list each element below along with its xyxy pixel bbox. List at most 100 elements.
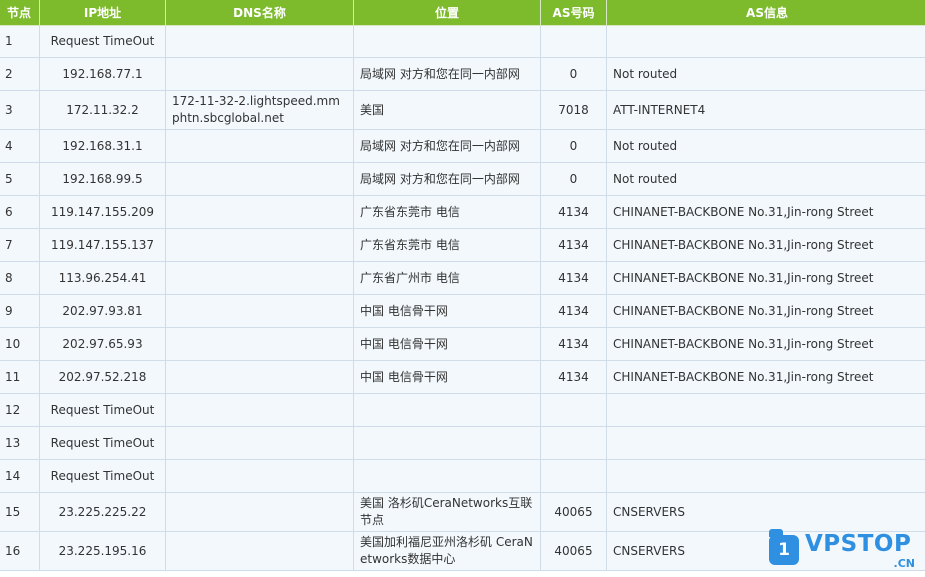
table-row: 12 Request TimeOut — [0, 393, 925, 427]
cell-ip: 192.168.77.1 — [39, 57, 166, 91]
table-row: 5 192.168.99.5 局域网 对方和您在同一内部网 0 Not rout… — [0, 162, 925, 196]
cell-ip: 119.147.155.209 — [39, 195, 166, 229]
cell-dns — [165, 261, 354, 295]
table-row: 9 202.97.93.81 中国 电信骨干网 4134 CHINANET-BA… — [0, 294, 925, 328]
cell-ip: 202.97.65.93 — [39, 327, 166, 361]
cell-location: 中国 电信骨干网 — [353, 360, 541, 394]
cell-dns — [165, 129, 354, 163]
cell-location: 广东省东莞市 电信 — [353, 195, 541, 229]
cell-asn: 4134 — [540, 261, 607, 295]
cell-asn: 0 — [540, 129, 607, 163]
cell-asn — [540, 426, 607, 460]
cell-location — [353, 25, 541, 58]
cell-dns — [165, 294, 354, 328]
cell-dns: 172-11-32-2.lightspeed.mmphtn.sbcglobal.… — [165, 90, 354, 130]
cell-ip: Request TimeOut — [39, 393, 166, 427]
cell-ip: 172.11.32.2 — [39, 90, 166, 130]
cell-ip: 23.225.225.22 — [39, 492, 166, 532]
cell-asn — [540, 25, 607, 58]
watermark-tld: .CN — [893, 557, 915, 570]
cell-as-info: CHINANET-BACKBONE No.31,Jin-rong Street — [606, 360, 925, 394]
cell-dns — [165, 459, 354, 493]
cell-dns — [165, 426, 354, 460]
cell-as-info: CNSERVERS — [606, 492, 925, 532]
cell-as-info — [606, 25, 925, 58]
header-hop: 节点 — [0, 0, 40, 26]
cell-ip: 202.97.93.81 — [39, 294, 166, 328]
cell-asn: 4134 — [540, 294, 607, 328]
table-header-row: 节点 IP地址 DNS名称 位置 AS号码 AS信息 — [0, 0, 925, 26]
cell-asn: 4134 — [540, 327, 607, 361]
table-row: 4 192.168.31.1 局域网 对方和您在同一内部网 0 Not rout… — [0, 129, 925, 163]
cell-as-info — [606, 393, 925, 427]
cell-hop: 15 — [0, 492, 40, 532]
table-row: 3 172.11.32.2 172-11-32-2.lightspeed.mmp… — [0, 90, 925, 130]
cell-ip: 119.147.155.137 — [39, 228, 166, 262]
cell-as-info: Not routed — [606, 129, 925, 163]
cell-ip: 192.168.99.5 — [39, 162, 166, 196]
cell-asn: 7018 — [540, 90, 607, 130]
table-row: 11 202.97.52.218 中国 电信骨干网 4134 CHINANET-… — [0, 360, 925, 394]
table-row: 7 119.147.155.137 广东省东莞市 电信 4134 CHINANE… — [0, 228, 925, 262]
watermark-brand: VPSTOP — [805, 531, 912, 557]
cell-as-info: ATT-INTERNET4 — [606, 90, 925, 130]
cell-location: 中国 电信骨干网 — [353, 327, 541, 361]
cell-hop: 9 — [0, 294, 40, 328]
cell-location — [353, 393, 541, 427]
cell-dns — [165, 57, 354, 91]
cell-dns — [165, 531, 354, 571]
cell-as-info: CHINANET-BACKBONE No.31,Jin-rong Street — [606, 261, 925, 295]
cell-as-info: CHINANET-BACKBONE No.31,Jin-rong Street — [606, 195, 925, 229]
cell-hop: 4 — [0, 129, 40, 163]
cell-asn: 4134 — [540, 195, 607, 229]
cell-asn: 0 — [540, 57, 607, 91]
cell-ip: Request TimeOut — [39, 25, 166, 58]
header-ip: IP地址 — [39, 0, 166, 26]
header-location: 位置 — [353, 0, 541, 26]
cell-as-info: CHINANET-BACKBONE No.31,Jin-rong Street — [606, 228, 925, 262]
cell-asn: 4134 — [540, 228, 607, 262]
cell-hop: 7 — [0, 228, 40, 262]
cell-hop: 1 — [0, 25, 40, 58]
cell-location: 局域网 对方和您在同一内部网 — [353, 57, 541, 91]
cell-location: 美国 — [353, 90, 541, 130]
cell-asn: 0 — [540, 162, 607, 196]
cell-asn: 4134 — [540, 360, 607, 394]
cell-ip: 113.96.254.41 — [39, 261, 166, 295]
cell-dns — [165, 162, 354, 196]
cell-asn: 40065 — [540, 531, 607, 571]
header-dns: DNS名称 — [165, 0, 354, 26]
cell-hop: 14 — [0, 459, 40, 493]
cell-location: 中国 电信骨干网 — [353, 294, 541, 328]
cell-location — [353, 459, 541, 493]
cell-as-info: Not routed — [606, 57, 925, 91]
header-as-info: AS信息 — [606, 0, 925, 26]
cell-dns — [165, 25, 354, 58]
cell-hop: 12 — [0, 393, 40, 427]
cell-as-info — [606, 426, 925, 460]
cell-as-info: CHINANET-BACKBONE No.31,Jin-rong Street — [606, 294, 925, 328]
traceroute-table: 节点 IP地址 DNS名称 位置 AS号码 AS信息 1 Request Tim… — [0, 0, 925, 571]
cell-location: 美国 洛杉矶CeraNetworks互联节点 — [353, 492, 541, 532]
table-row: 1 Request TimeOut — [0, 25, 925, 58]
cell-hop: 6 — [0, 195, 40, 229]
cell-hop: 2 — [0, 57, 40, 91]
cell-dns — [165, 228, 354, 262]
cell-location: 局域网 对方和您在同一内部网 — [353, 162, 541, 196]
cell-ip: Request TimeOut — [39, 459, 166, 493]
cell-hop: 11 — [0, 360, 40, 394]
cell-dns — [165, 492, 354, 532]
vpstop-watermark: 1 VPSTOP .CN — [767, 529, 919, 571]
cell-hop: 8 — [0, 261, 40, 295]
cell-dns — [165, 195, 354, 229]
cell-as-info — [606, 459, 925, 493]
cell-hop: 13 — [0, 426, 40, 460]
cell-location: 局域网 对方和您在同一内部网 — [353, 129, 541, 163]
cell-dns — [165, 327, 354, 361]
cell-asn — [540, 459, 607, 493]
cell-hop: 5 — [0, 162, 40, 196]
cell-dns — [165, 360, 354, 394]
cell-hop: 10 — [0, 327, 40, 361]
cell-asn: 40065 — [540, 492, 607, 532]
cell-ip: 202.97.52.218 — [39, 360, 166, 394]
